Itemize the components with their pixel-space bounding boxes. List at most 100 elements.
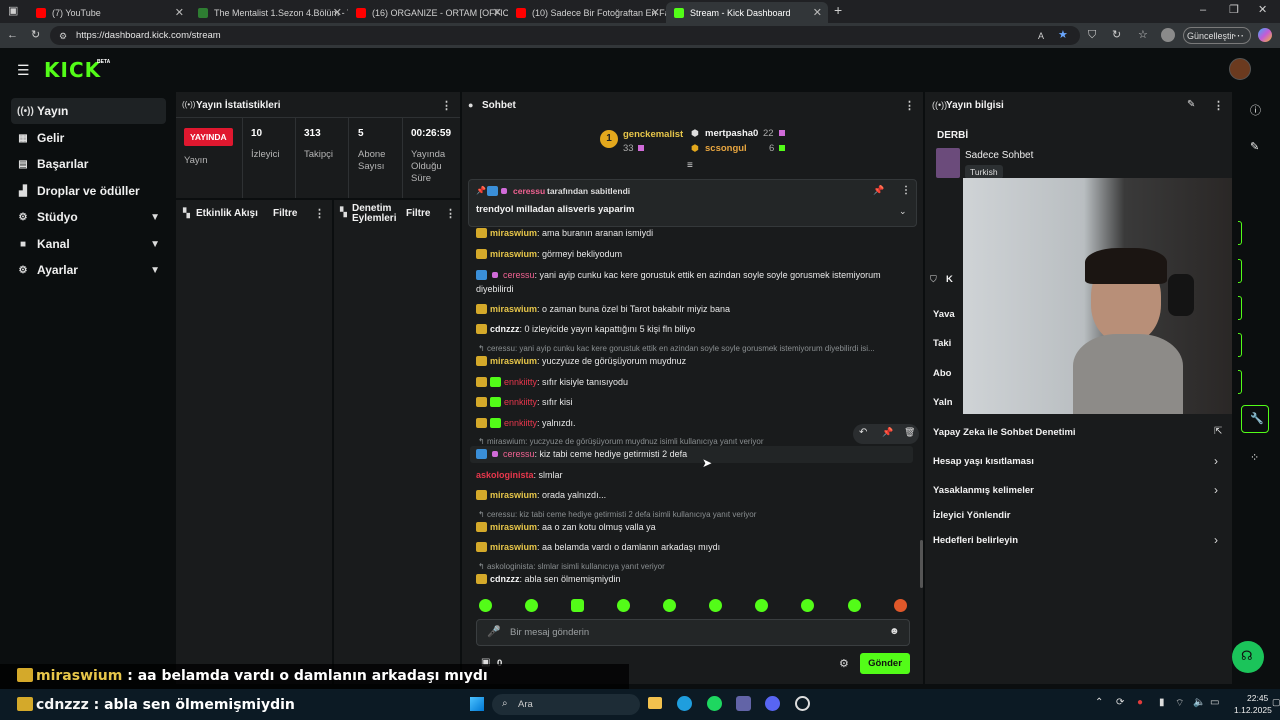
chat-message[interactable]: cdnzzz: 0 izleyicide yayın kapattığını 5…: [476, 324, 695, 334]
tray-chevron-icon[interactable]: ⌃: [1095, 697, 1103, 708]
browser-tab[interactable]: The Mentalist 1.Sezon 4.Bölüm - Y ✕: [190, 2, 348, 23]
support-button[interactable]: ☊: [1232, 641, 1264, 673]
chat-username[interactable]: cdnzzz: [490, 324, 520, 334]
chat-message[interactable]: miraswium: aa o zan kotu olmuş valla ya: [476, 522, 656, 532]
browser-tab[interactable]: (7) YouTube ✕: [28, 2, 190, 23]
stats-menu-icon[interactable]: ⋮: [441, 99, 452, 112]
notification-icon[interactable]: ▢: [1272, 697, 1280, 708]
volume-icon[interactable]: 🔈: [1193, 697, 1205, 708]
sidebar-item-ayarlar[interactable]: ⚙ Ayarlar ▼: [11, 257, 166, 283]
toggle-switch[interactable]: [1238, 370, 1242, 394]
spotify-icon[interactable]: [707, 696, 722, 711]
discord-icon[interactable]: [765, 696, 780, 711]
microphone-icon[interactable]: 🎤: [487, 625, 501, 638]
emote-icon[interactable]: [848, 599, 861, 612]
read-aloud-icon[interactable]: A: [1038, 30, 1044, 42]
reply-preview[interactable]: ↰ ceressu: kiz tabi ceme hediye getirmis…: [478, 510, 756, 519]
chat-message[interactable]: ennkiitty: sıfır kisi: [476, 397, 573, 407]
emote-icon[interactable]: [663, 599, 676, 612]
emoji-icon[interactable]: ☻: [889, 626, 900, 637]
clock-time[interactable]: 22:45: [1247, 693, 1268, 703]
browser-tab-active[interactable]: Stream - Kick Dashboard ✕: [666, 2, 828, 23]
sidebar-item-yayin[interactable]: ((•)) Yayın: [11, 98, 166, 124]
toggle-switch[interactable]: [1238, 259, 1242, 283]
mod-row-account-age[interactable]: Hesap yaşı kısıtlaması: [933, 456, 1034, 467]
chevron-down-icon[interactable]: ⌄: [899, 206, 907, 217]
chat-username[interactable]: miraswium: [490, 542, 537, 552]
pinned-by-user[interactable]: ceressu: [513, 186, 545, 196]
close-tab-icon[interactable]: ✕: [333, 6, 342, 19]
chat-message[interactable]: ceressu: yani ayip cunku kac kere gorust…: [476, 270, 881, 280]
mod-row-banned-words[interactable]: Yasaklanmış kelimeler: [933, 485, 1034, 496]
emote-icon[interactable]: [525, 599, 538, 612]
emote-icon[interactable]: [479, 599, 492, 612]
moderation-filter-button[interactable]: Filtre: [406, 208, 430, 219]
chat-username[interactable]: ennkiitty: [504, 418, 537, 428]
chat-message[interactable]: miraswium: aa belamda vardı o damlanın a…: [476, 542, 720, 552]
battery-icon[interactable]: ▭: [1210, 697, 1219, 708]
copilot-icon[interactable]: [1258, 28, 1272, 42]
expand-icon[interactable]: ≡: [687, 160, 693, 171]
gifter-name[interactable]: mertpasha0: [705, 128, 758, 139]
info-menu-icon[interactable]: ⋮: [1213, 99, 1224, 112]
chat-menu-icon[interactable]: ⋮: [904, 99, 915, 112]
reply-preview[interactable]: ↰ askologinista: slmlar isimli kullanıcı…: [478, 562, 665, 571]
sidebar-item-basarilar[interactable]: ▤ Başarılar: [11, 151, 166, 177]
wifi-icon[interactable]: ⌔: [1175, 697, 1184, 710]
chat-settings-icon[interactable]: ⚙: [839, 657, 849, 670]
more-icon[interactable]: ⋯: [1233, 29, 1244, 42]
category-thumbnail[interactable]: [936, 148, 960, 178]
maximize-icon[interactable]: ❐: [1229, 4, 1239, 16]
file-explorer-icon[interactable]: [648, 697, 662, 709]
address-input[interactable]: ⚙ https://dashboard.kick.com/stream A ★: [50, 26, 1080, 45]
external-link-icon[interactable]: ⇱: [1214, 426, 1222, 437]
chat-username[interactable]: ennkiitty: [504, 377, 537, 387]
minimize-icon[interactable]: –: [1200, 4, 1206, 16]
chat-input[interactable]: 🎤 Bir mesaj gönderin ☻: [476, 619, 910, 646]
edge-icon[interactable]: [677, 696, 692, 711]
profile-avatar[interactable]: [1161, 28, 1175, 42]
emote-icon[interactable]: [755, 599, 768, 612]
chat-message[interactable]: ceressu: kiz tabi ceme hediye getirmisti…: [476, 449, 687, 459]
moderation-tool-button[interactable]: 🔧: [1241, 405, 1269, 433]
chat-username[interactable]: miraswium: [490, 522, 537, 532]
taskbar-search[interactable]: ⌕ Ara: [492, 694, 640, 715]
chat-username[interactable]: miraswium: [490, 356, 537, 366]
reply-preview[interactable]: ↰ ceressu: yani ayip cunku kac kere goru…: [478, 344, 875, 353]
chevron-right-icon[interactable]: ›: [1214, 533, 1218, 547]
emote-icon[interactable]: [709, 599, 722, 612]
send-button[interactable]: Gönder: [860, 653, 910, 674]
chat-message[interactable]: ennkiitty: yalnızdı.: [476, 418, 576, 428]
close-tab-icon[interactable]: ✕: [651, 6, 660, 19]
chat-message[interactable]: cdnzzz: abla sen ölmemişmiydin: [476, 574, 621, 584]
toggle-switch[interactable]: [1238, 296, 1242, 320]
activity-menu-icon[interactable]: ⋮: [314, 207, 325, 220]
activity-filter-button[interactable]: Filtre: [273, 208, 297, 219]
chat-username[interactable]: miraswium: [490, 490, 537, 500]
toggle-switch[interactable]: [1238, 221, 1242, 245]
mod-row-raid[interactable]: İzleyici Yönlendir: [933, 510, 1010, 521]
close-tab-icon[interactable]: ✕: [493, 6, 502, 19]
mod-row-ai-moderation[interactable]: Yapay Zeka ile Sohbet Denetimi: [933, 427, 1076, 438]
emote-icon[interactable]: [571, 599, 584, 612]
tab-actions-icon[interactable]: ▣: [8, 5, 18, 17]
delete-icon[interactable]: 🗑: [904, 427, 915, 438]
browser-tab[interactable]: (10) Sadece Bir Fotoğraftan En Fa ✕: [508, 2, 666, 23]
kick-logo[interactable]: KICK: [44, 58, 101, 82]
user-avatar[interactable]: [1229, 58, 1251, 80]
mod-row-goals[interactable]: Hedefleri belirleyin: [933, 535, 1018, 546]
edit-icon[interactable]: ✎: [1250, 140, 1259, 153]
chat-message[interactable]: miraswium: yuczyuze de görüşüyorum muydn…: [476, 356, 686, 366]
moderation-menu-icon[interactable]: ⋮: [445, 207, 456, 220]
chat-username[interactable]: cdnzzz: [490, 574, 520, 584]
chevron-right-icon[interactable]: ›: [1214, 483, 1218, 497]
emote-icon[interactable]: [617, 599, 630, 612]
chat-scrollbar[interactable]: [920, 540, 923, 588]
teams-icon[interactable]: [736, 696, 751, 711]
reload-icon[interactable]: ↻: [31, 29, 40, 41]
gifter-name[interactable]: genckemalist: [623, 129, 683, 140]
favorite-star-icon[interactable]: ★: [1058, 29, 1068, 41]
chat-message[interactable]: askologinista: slmlar: [476, 470, 563, 480]
emote-icon[interactable]: [801, 599, 814, 612]
tray-icon[interactable]: ⟳: [1116, 697, 1124, 708]
